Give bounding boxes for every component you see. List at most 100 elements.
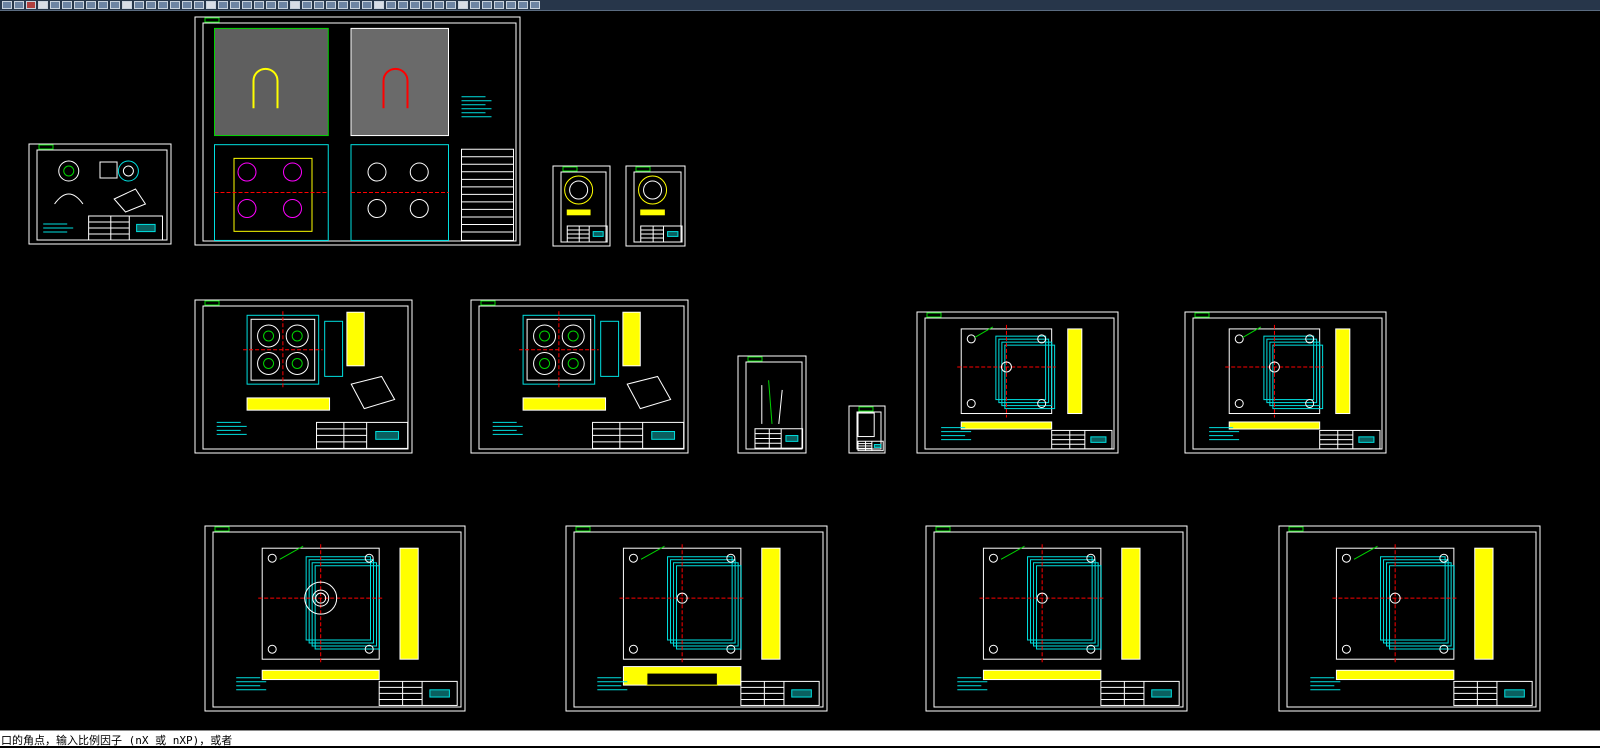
- title-block: [88, 215, 163, 241]
- calculator-icon[interactable]: [254, 1, 264, 9]
- insert-isometric-view: [626, 375, 672, 410]
- help-icon[interactable]: [530, 1, 540, 9]
- publish-icon[interactable]: [62, 1, 72, 9]
- small-sketch-drawing[interactable]: [848, 405, 886, 454]
- title-block: [1100, 680, 1180, 706]
- design-center-icon[interactable]: [206, 1, 216, 9]
- title-block: [592, 421, 685, 449]
- product-drawing[interactable]: [28, 143, 172, 245]
- extend-icon[interactable]: [494, 1, 504, 9]
- insert-section-view: [522, 397, 607, 411]
- plate-section-view: [261, 669, 380, 681]
- technical-notes: [1310, 677, 1341, 691]
- bottom-clamp-plate-drawing[interactable]: [1278, 525, 1541, 712]
- b-plate-drawing[interactable]: [1184, 311, 1387, 454]
- zoom-window-icon[interactable]: [170, 1, 180, 9]
- circle-icon[interactable]: [314, 1, 324, 9]
- technical-notes: [461, 96, 492, 118]
- hatch-icon[interactable]: [350, 1, 360, 9]
- dimension-icon[interactable]: [374, 1, 384, 9]
- plate-side-view: [1121, 547, 1141, 660]
- cut-icon[interactable]: [74, 1, 84, 9]
- insert-plan-view: [243, 311, 344, 389]
- plate-side-view: [1474, 547, 1494, 660]
- insert-icon[interactable]: [398, 1, 408, 9]
- trim-icon[interactable]: [482, 1, 492, 9]
- plate-view: [1332, 544, 1458, 664]
- insert-plan-view: [519, 311, 620, 389]
- paste-icon[interactable]: [98, 1, 108, 9]
- plate-section-view: [960, 421, 1053, 430]
- plot-icon[interactable]: [38, 1, 48, 9]
- pan-icon[interactable]: [146, 1, 156, 9]
- undo-icon[interactable]: [122, 1, 132, 9]
- block-icon[interactable]: [386, 1, 396, 9]
- plate-section-view: [1335, 669, 1455, 681]
- title-block: [640, 225, 683, 243]
- title-block: [566, 225, 608, 243]
- open-icon[interactable]: [14, 1, 24, 9]
- copy-icon[interactable]: [86, 1, 96, 9]
- a-plate-drawing[interactable]: [916, 311, 1119, 454]
- layer-previous-icon[interactable]: [278, 1, 288, 9]
- toolbar: [0, 0, 1600, 11]
- preview-icon[interactable]: [50, 1, 60, 9]
- title-block: [316, 421, 409, 449]
- line-icon[interactable]: [290, 1, 300, 9]
- zoom-realtime-icon[interactable]: [158, 1, 168, 9]
- polyline-icon[interactable]: [302, 1, 312, 9]
- title-block: [740, 680, 820, 706]
- command-line[interactable]: 口的角点，输入比例因子 (nX 或 nXP)，或者: [0, 730, 1600, 747]
- tool-palettes-icon[interactable]: [218, 1, 228, 9]
- part-view: [564, 175, 594, 216]
- plate-side-view: [761, 547, 781, 660]
- insert-side-view: [346, 311, 365, 367]
- rotate-icon[interactable]: [434, 1, 444, 9]
- bill-of-materials: [461, 148, 514, 241]
- top-clamp-plate-drawing[interactable]: [204, 525, 466, 712]
- part-view: [761, 380, 783, 424]
- mirror-icon[interactable]: [458, 1, 468, 9]
- insert-section-view: [246, 397, 331, 411]
- title-block: [754, 428, 804, 449]
- offset-icon[interactable]: [470, 1, 480, 9]
- core-insert-drawing[interactable]: [470, 299, 689, 454]
- new-icon[interactable]: [2, 1, 12, 9]
- product-views: [54, 160, 147, 213]
- properties-icon[interactable]: [194, 1, 204, 9]
- rectangle-icon[interactable]: [338, 1, 348, 9]
- save-icon[interactable]: [26, 1, 36, 9]
- text-icon[interactable]: [362, 1, 372, 9]
- plate-side-view: [1067, 328, 1083, 415]
- explode-icon[interactable]: [518, 1, 528, 9]
- fillet-icon[interactable]: [506, 1, 516, 9]
- redo-icon[interactable]: [134, 1, 144, 9]
- markup-icon[interactable]: [242, 1, 252, 9]
- technical-notes: [492, 421, 523, 435]
- scale-icon[interactable]: [446, 1, 456, 9]
- insert-side-view: [622, 311, 641, 367]
- plate-view: [258, 544, 384, 664]
- ring-part-drawing[interactable]: [552, 165, 611, 247]
- thin-part-drawing[interactable]: [737, 355, 807, 454]
- technical-notes: [43, 223, 74, 233]
- sheet-set-icon[interactable]: [230, 1, 240, 9]
- move-icon[interactable]: [410, 1, 420, 9]
- ejector-plate-drawing[interactable]: [565, 525, 828, 712]
- copy-object-icon[interactable]: [422, 1, 432, 9]
- pin-part-drawing[interactable]: [625, 165, 686, 247]
- plate-view: [979, 544, 1105, 664]
- zoom-previous-icon[interactable]: [182, 1, 192, 9]
- part-view: [638, 175, 668, 216]
- plate-view: [957, 324, 1056, 418]
- support-plate-drawing[interactable]: [925, 525, 1188, 712]
- match-properties-icon[interactable]: [110, 1, 120, 9]
- part-view: [857, 412, 875, 438]
- model-space-canvas[interactable]: [0, 12, 1600, 730]
- plate-section-view: [1228, 421, 1321, 430]
- cavity-insert-drawing[interactable]: [194, 299, 413, 454]
- plate-section-view: [982, 669, 1102, 681]
- mold-assembly-drawing[interactable]: [194, 16, 521, 246]
- arc-icon[interactable]: [326, 1, 336, 9]
- layer-icon[interactable]: [266, 1, 276, 9]
